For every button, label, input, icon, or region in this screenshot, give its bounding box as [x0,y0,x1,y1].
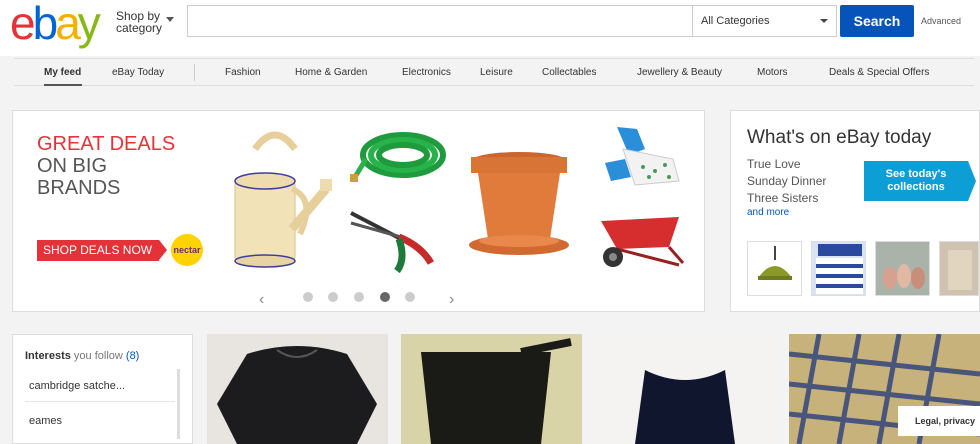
legal-privacy-link[interactable]: Legal, privacy [898,406,980,436]
nav-item-my-feed[interactable]: My feed [44,67,81,78]
interest-item[interactable]: eames [25,406,175,437]
product-tile-wheelbarrow[interactable] [583,201,697,277]
nav-item-leisure[interactable]: Leisure [480,67,513,78]
nav-item-collectables[interactable]: Collectables [542,67,596,78]
nav-divider [194,64,195,81]
collection-link[interactable]: True Love [747,157,801,171]
collection-thumbnail-cornish-recipes[interactable] [811,241,866,296]
black-blouse-image [207,334,388,444]
see-collections-line1: See today's [885,168,947,180]
promo-banner[interactable]: GREAT DEALS ON BIG BRANDS SHOP DEALS NOW… [25,119,213,277]
gardening-gloves-image [605,127,680,186]
carousel-dot-5[interactable] [405,292,415,302]
interests-subtitle: you follow [73,350,123,362]
category-label: category [116,21,163,35]
nectar-logo: nectar [171,234,203,266]
top-bar: ebay Shop by category All Categories Sea… [0,0,980,56]
collection-link[interactable]: Three Sisters [747,191,818,205]
wheelbarrow-image [601,217,685,267]
lace-top-image [401,334,582,444]
collection-thumbnail-figurines[interactable] [875,241,930,296]
navy-dress-image [595,334,776,444]
chevron-down-icon [820,19,828,23]
whats-on-today-title: What's on eBay today [747,127,932,148]
interests-panel: Interests you follow (8) cambridge satch… [12,334,193,444]
cornish-recipes-image [812,242,865,295]
carousel-dot-3[interactable] [354,292,364,302]
search-button[interactable]: Search [840,5,914,37]
ebay-logo[interactable]: ebay [10,0,101,49]
watering-can-image [234,131,332,268]
garden-hose-image [350,132,446,182]
logo-letter-a: a [55,0,81,49]
active-tab-indicator [44,84,82,86]
logo-letter-b: b [32,0,59,49]
nav-item-home-garden[interactable]: Home & Garden [295,67,367,78]
nav-item-fashion[interactable]: Fashion [225,67,261,78]
product-tile-watering-can[interactable] [220,119,334,277]
logo-letter-e: e [10,0,36,49]
and-more-link[interactable]: and more [747,207,789,218]
product-tile-secateurs[interactable] [341,201,455,277]
chevron-down-icon [166,17,174,22]
search-bar: All Categories [187,5,837,37]
interests-scrollbar[interactable] [177,369,180,439]
category-select[interactable]: All Categories [692,6,837,36]
interests-title: Interests [25,350,71,362]
feed-item-card[interactable] [595,334,776,444]
pendant-lamp-image [758,246,792,280]
promo-subline: ON BIG [37,155,108,177]
see-collections-line2: collections [887,181,945,193]
see-collections-button[interactable]: See today's collections [864,161,976,201]
nav-item-motors[interactable]: Motors [757,67,788,78]
product-tile-garden-hose[interactable] [341,119,455,194]
collection-thumbnail-partial[interactable] [939,241,979,296]
shop-by-category-button[interactable]: Shop by category [116,10,174,35]
interests-heading: Interests you follow (8) [25,350,139,362]
feed-item-card[interactable] [401,334,582,444]
category-nav: My feed eBay Today Fashion Home & Garden… [14,58,974,86]
deals-carousel: GREAT DEALS ON BIG BRANDS SHOP DEALS NOW… [12,110,705,312]
collection-thumbnail-lamp[interactable] [747,241,802,296]
interest-item[interactable]: cambridge satche... [25,371,175,402]
logo-letter-y: y [77,0,101,49]
collection-image [940,242,978,295]
search-input[interactable] [188,6,692,36]
advanced-search-link[interactable]: Advanced [921,16,961,26]
carousel-dot-4[interactable] [380,292,390,302]
product-tile-gardening-gloves[interactable] [583,119,697,194]
shop-deals-button[interactable]: SHOP DEALS NOW [37,240,167,261]
carousel-dot-2[interactable] [328,292,338,302]
nav-item-ebay-today[interactable]: eBay Today [112,67,164,78]
product-tile-terracotta-pot[interactable] [462,119,576,277]
promo-headline: GREAT DEALS [37,133,176,155]
nav-item-jewellery-beauty[interactable]: Jewellery & Beauty [637,67,722,78]
category-select-value: All Categories [701,15,770,27]
feed-item-card[interactable] [207,334,388,444]
carousel-prev-button[interactable]: ‹ [259,291,264,309]
nav-item-deals[interactable]: Deals & Special Offers [829,67,929,78]
whats-on-today-panel: What's on eBay today True Love Sunday Di… [730,110,980,312]
secateurs-image [350,211,435,274]
nav-item-electronics[interactable]: Electronics [402,67,451,78]
figurines-image [876,242,929,295]
carousel-next-button[interactable]: › [449,291,454,309]
terracotta-pot-image [469,152,569,255]
promo-subline-2: BRANDS [37,177,121,199]
collection-link[interactable]: Sunday Dinner [747,174,826,188]
interests-count[interactable]: (8) [126,350,139,362]
carousel-dot-1[interactable] [303,292,313,302]
